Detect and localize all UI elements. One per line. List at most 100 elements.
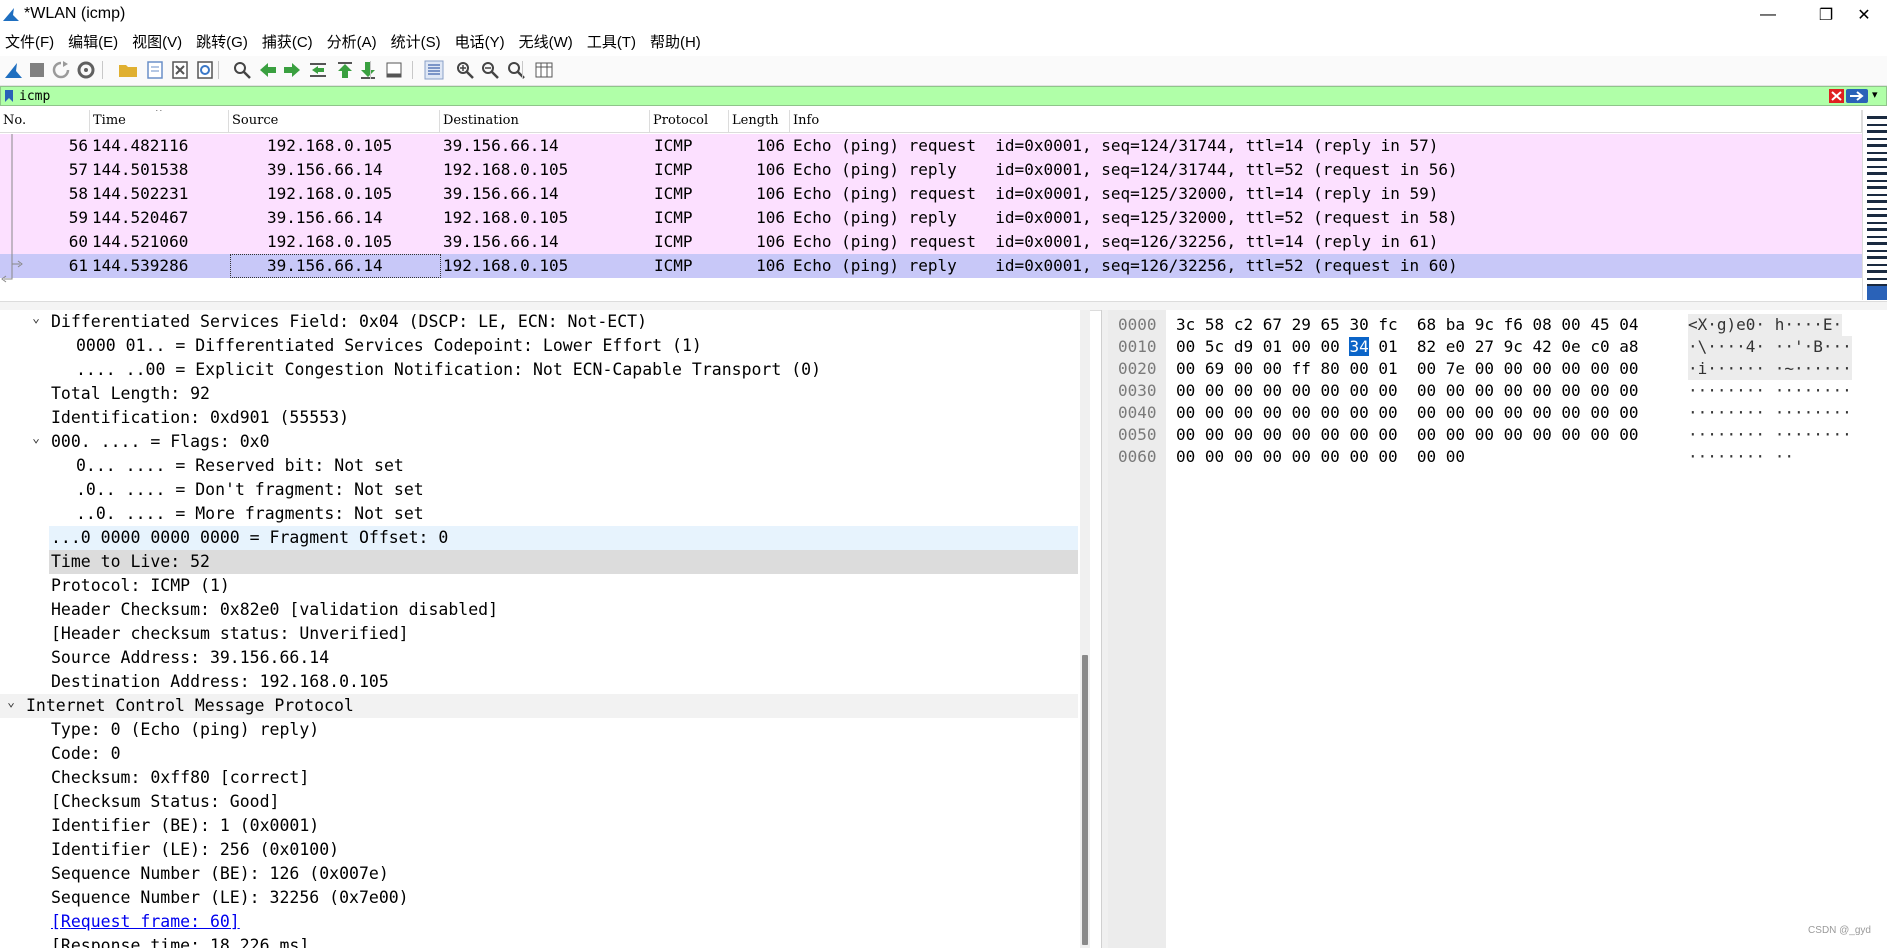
hex-byte[interactable]: 00 <box>1176 359 1195 378</box>
menu-item-4[interactable]: 捕获(C) <box>255 32 320 54</box>
details-field[interactable]: [Header checksum status: Unverified] <box>0 622 1078 646</box>
hex-byte[interactable]: 00 <box>1263 381 1282 400</box>
details-field[interactable]: ⌄ Differentiated Services Field: 0x04 (DS… <box>0 310 1078 334</box>
hex-byte[interactable]: 00 <box>1619 403 1638 422</box>
hex-byte[interactable]: 00 <box>1417 381 1436 400</box>
go-forward-icon[interactable] <box>282 60 302 80</box>
hex-byte[interactable]: 00 <box>1533 359 1552 378</box>
bytes-row[interactable]: 0020 00 69 00 00 ff 80 00 01 00 7e 00 00 … <box>1108 358 1887 380</box>
hex-byte[interactable]: 00 <box>1349 425 1368 444</box>
packet-row[interactable]: 56 144.482116 192.168.0.105 39.156.66.14 ICM… <box>0 134 1862 158</box>
details-field[interactable]: Time to Live: 52 <box>49 550 1078 574</box>
hex-byte[interactable]: 82 <box>1417 337 1436 356</box>
bytes-row[interactable]: 0010 00 5c d9 01 00 00 34 01 82 e0 27 9c … <box>1108 336 1887 358</box>
menu-item-1[interactable]: 编辑(E) <box>61 32 125 54</box>
menu-item-0[interactable]: 文件(F) <box>0 32 61 54</box>
details-field[interactable]: Type: 0 (Echo (ping) reply) <box>0 718 1078 742</box>
details-field[interactable]: 0000 01.. = Differentiated Services Code… <box>0 334 1078 358</box>
column-header-length[interactable]: Length <box>729 110 790 132</box>
hex-byte[interactable]: 00 <box>1321 447 1340 466</box>
column-header-source[interactable]: Source <box>229 110 440 132</box>
hex-byte[interactable]: 42 <box>1533 337 1552 356</box>
hex-byte[interactable]: 00 <box>1349 381 1368 400</box>
hex-byte[interactable]: 3c <box>1176 315 1195 334</box>
hex-byte[interactable]: a8 <box>1619 337 1638 356</box>
hex-byte[interactable]: 00 <box>1234 381 1253 400</box>
hex-byte[interactable]: 00 <box>1590 403 1609 422</box>
hex-byte[interactable]: 00 <box>1176 403 1195 422</box>
menu-item-8[interactable]: 无线(W) <box>512 32 580 54</box>
details-field[interactable]: Sequence Number (LE): 32256 (0x7e00) <box>0 886 1078 910</box>
hex-byte[interactable]: 69 <box>1205 359 1224 378</box>
hex-byte[interactable]: 00 <box>1504 425 1523 444</box>
details-field[interactable]: 0... .... = Reserved bit: Not set <box>0 454 1078 478</box>
menu-item-2[interactable]: 视图(V) <box>125 32 189 54</box>
details-scrollbar[interactable] <box>1080 310 1090 948</box>
hex-byte[interactable]: 00 <box>1292 425 1311 444</box>
reload-file-icon[interactable] <box>195 60 215 80</box>
apply-filter-icon[interactable] <box>1846 89 1868 103</box>
auto-scroll-icon[interactable] <box>384 60 404 80</box>
details-field[interactable]: ..0. .... = More fragments: Not set <box>0 502 1078 526</box>
hex-byte[interactable]: 00 <box>1321 381 1340 400</box>
packet-row[interactable]: 60 144.521060 192.168.0.105 39.156.66.14 ICM… <box>0 230 1862 254</box>
details-scrollbar-thumb[interactable] <box>1082 655 1088 945</box>
request-frame-link[interactable]: [Request frame: 60] <box>51 910 240 934</box>
column-header-info[interactable]: Info <box>790 110 1862 132</box>
close-button[interactable]: ✕ <box>1841 0 1887 30</box>
hex-byte[interactable]: 00 <box>1292 381 1311 400</box>
menu-item-6[interactable]: 统计(S) <box>384 32 448 54</box>
hex-byte[interactable]: c0 <box>1590 337 1609 356</box>
hex-byte[interactable]: 68 <box>1417 315 1436 334</box>
hex-byte[interactable]: 00 <box>1417 403 1436 422</box>
capture-options-icon[interactable] <box>76 60 96 80</box>
column-header-destination[interactable]: Destination <box>440 110 650 132</box>
hex-byte[interactable]: 29 <box>1292 315 1311 334</box>
minimize-button[interactable]: — <box>1745 0 1791 30</box>
hex-byte[interactable]: ff <box>1292 359 1311 378</box>
hex-byte[interactable]: 00 <box>1619 425 1638 444</box>
packet-row[interactable]: 61 144.539286 39.156.66.14 192.168.0.105 ICM… <box>0 254 1862 278</box>
bytes-row[interactable]: 0000 3c 58 c2 67 29 65 30 fc 68 ba 9c f6 … <box>1108 314 1887 336</box>
hex-byte[interactable]: 00 <box>1205 447 1224 466</box>
zoom-reset-icon[interactable] <box>506 60 526 80</box>
hex-byte[interactable]: 00 <box>1590 359 1609 378</box>
details-field[interactable]: Identifier (LE): 256 (0x0100) <box>0 838 1078 862</box>
hex-byte[interactable]: 00 <box>1533 403 1552 422</box>
zoom-in-icon[interactable] <box>455 60 475 80</box>
hex-byte[interactable]: 00 <box>1234 447 1253 466</box>
hex-byte[interactable]: e0 <box>1446 337 1465 356</box>
hex-byte[interactable]: 08 <box>1533 315 1552 334</box>
find-packet-icon[interactable] <box>232 60 252 80</box>
column-header-protocol[interactable]: Protocol <box>650 110 729 132</box>
packet-minimap[interactable] <box>1862 110 1887 300</box>
hex-byte[interactable]: 00 <box>1349 447 1368 466</box>
hex-byte[interactable]: 00 <box>1561 315 1580 334</box>
restart-capture-icon[interactable] <box>51 60 71 80</box>
hex-byte[interactable]: 01 <box>1263 337 1282 356</box>
details-field[interactable]: Protocol: ICMP (1) <box>0 574 1078 598</box>
hex-byte[interactable]: 00 <box>1234 425 1253 444</box>
hex-byte[interactable]: 00 <box>1475 425 1494 444</box>
hex-byte[interactable]: 00 <box>1619 381 1638 400</box>
hex-byte[interactable]: c2 <box>1234 315 1253 334</box>
details-section-header[interactable]: ⌄ Internet Control Message Protocol <box>0 694 1078 718</box>
hex-byte[interactable]: 00 <box>1263 359 1282 378</box>
details-field[interactable]: ⌄ 000. .... = Flags: 0x0 <box>0 430 1078 454</box>
hex-byte[interactable]: 30 <box>1349 315 1368 334</box>
details-field[interactable]: .... ..00 = Explicit Congestion Notifica… <box>0 358 1078 382</box>
menu-item-10[interactable]: 帮助(H) <box>643 32 708 54</box>
hex-byte[interactable]: 45 <box>1590 315 1609 334</box>
zoom-out-icon[interactable] <box>480 60 500 80</box>
first-packet-icon[interactable] <box>335 60 355 80</box>
hex-byte[interactable]: 04 <box>1619 315 1638 334</box>
packet-row[interactable]: 59 144.520467 39.156.66.14 192.168.0.105 ICM… <box>0 206 1862 230</box>
hex-byte[interactable]: 00 <box>1504 403 1523 422</box>
filter-history-dropdown-icon[interactable]: ▾ <box>1872 88 1878 101</box>
hex-byte[interactable]: 00 <box>1475 381 1494 400</box>
hex-byte[interactable]: 9c <box>1475 315 1494 334</box>
hex-byte[interactable]: 00 <box>1446 425 1465 444</box>
hex-byte[interactable]: 00 <box>1504 381 1523 400</box>
hex-byte[interactable]: 80 <box>1321 359 1340 378</box>
hex-byte[interactable]: ba <box>1446 315 1465 334</box>
